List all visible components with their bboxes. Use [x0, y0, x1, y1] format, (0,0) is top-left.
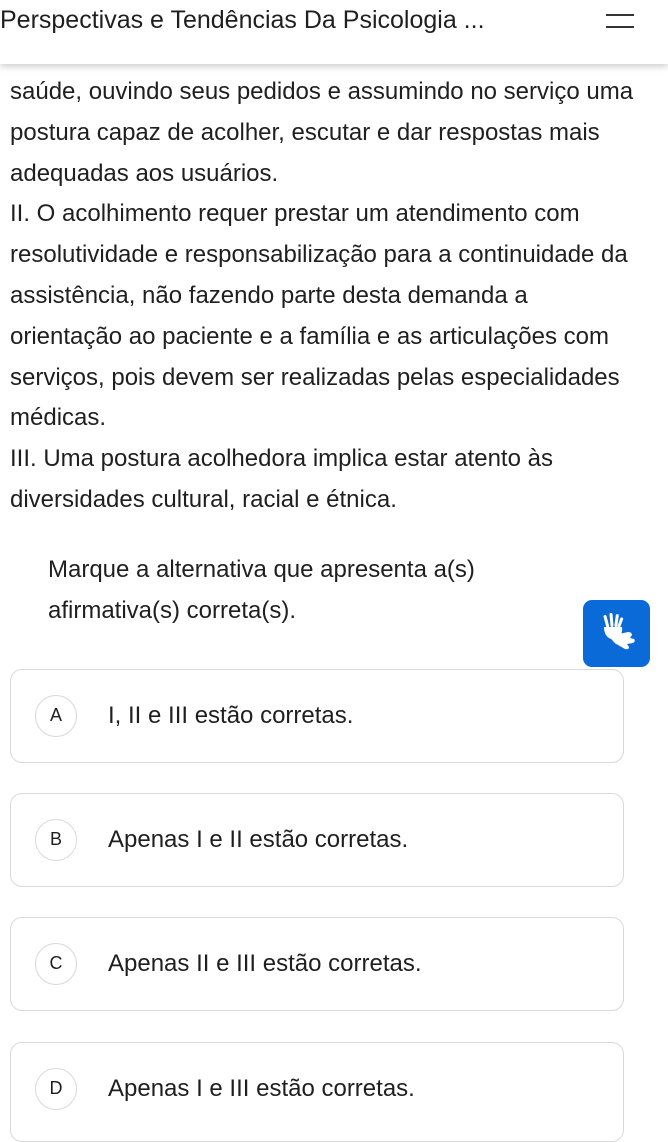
answer-option-c[interactable]: C Apenas II e III estão corretas.: [10, 917, 624, 1011]
option-text: Apenas II e III estão corretas.: [108, 950, 422, 977]
question-body: saúde, ouvindo seus pedidos e assumindo …: [10, 72, 640, 521]
top-bar: Perspectivas e Tendências Da Psicologia …: [0, 0, 668, 64]
menu-line: [606, 14, 634, 16]
question-paragraph-2: II. O acolhimento requer prestar um aten…: [10, 200, 628, 432]
option-letter-badge: C: [35, 943, 77, 985]
page-title: Perspectivas e Tendências Da Psicologia …: [0, 6, 485, 34]
menu-line: [606, 26, 634, 28]
option-text: I, II e III estão corretas.: [108, 702, 354, 729]
option-letter-badge: A: [35, 695, 77, 737]
answer-option-d[interactable]: D Apenas I e III estão corretas.: [10, 1042, 624, 1142]
answer-option-a[interactable]: A I, II e III estão corretas.: [10, 669, 624, 763]
option-letter-badge: B: [35, 819, 77, 861]
sign-language-button[interactable]: [583, 600, 650, 667]
answer-option-b[interactable]: B Apenas I e II estão corretas.: [10, 793, 624, 887]
question-paragraph-3: III. Uma postura acolhedora implica esta…: [10, 445, 553, 513]
question-paragraph-1: saúde, ouvindo seus pedidos e assumindo …: [10, 78, 634, 187]
sign-language-hands-icon: [603, 612, 635, 650]
option-text: Apenas I e III estão corretas.: [108, 1075, 415, 1102]
option-letter-badge: D: [35, 1068, 77, 1110]
hamburger-menu-icon[interactable]: [606, 14, 634, 28]
option-text: Apenas I e II estão corretas.: [108, 826, 409, 853]
question-prompt: Marque a alternativa que apresenta a(s) …: [48, 556, 475, 624]
